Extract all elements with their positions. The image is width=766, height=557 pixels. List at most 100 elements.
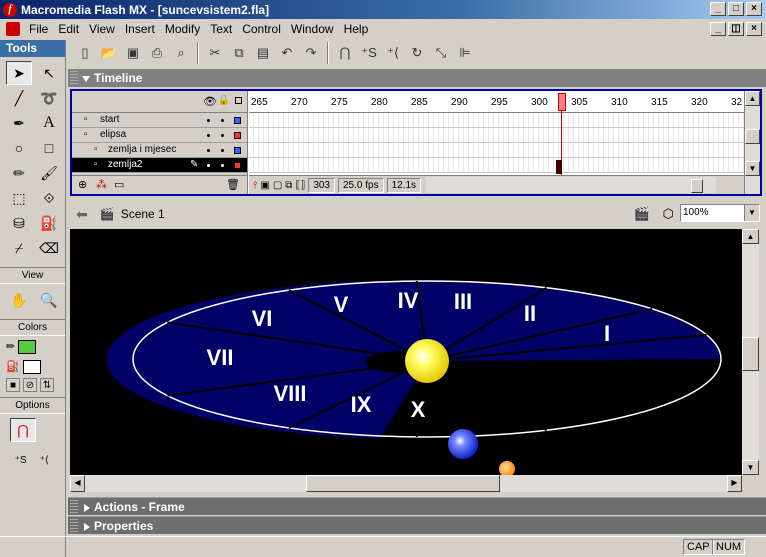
scroll-left-arrow-icon[interactable]: ◀ xyxy=(70,475,85,492)
subselect-tool-icon[interactable]: ↖ xyxy=(36,61,62,85)
doc-close-button[interactable]: × xyxy=(746,22,762,36)
eyedropper-tool-icon[interactable]: ⌿ xyxy=(6,236,32,260)
free-transform-tool-icon[interactable]: ⬚ xyxy=(6,186,32,210)
edit-multiple-icon[interactable]: ⧉ xyxy=(285,180,292,191)
fill-color-swatch[interactable] xyxy=(18,340,37,355)
lock-dot[interactable] xyxy=(220,133,224,137)
print-preview-icon[interactable]: ⌕ xyxy=(170,42,192,64)
delete-layer-icon[interactable]: 🗑 xyxy=(226,178,240,191)
ink-bottle-tool-icon[interactable]: ⛁ xyxy=(6,211,32,235)
eye-icon[interactable]: 👁 xyxy=(203,95,217,108)
swap-colors-icon[interactable]: ⇅ xyxy=(40,378,54,393)
rotate-icon[interactable]: ↻ xyxy=(406,42,428,64)
smooth-icon[interactable]: ⁺S xyxy=(358,42,380,64)
save-icon[interactable]: ▣ xyxy=(122,42,144,64)
menu-text[interactable]: Text xyxy=(205,22,237,36)
outline-color-square[interactable] xyxy=(234,146,241,154)
playhead[interactable] xyxy=(558,93,566,111)
menu-modify[interactable]: Modify xyxy=(160,22,205,36)
layer-row[interactable]: ▫ zemlja i mjesec xyxy=(72,143,247,158)
add-guide-layer-icon[interactable]: ⁂ xyxy=(96,178,107,191)
timeline-vscroll-thumb[interactable] xyxy=(745,129,760,144)
document-icon[interactable] xyxy=(6,22,20,36)
frame-row[interactable] xyxy=(249,113,744,128)
stage-vscroll-thumb[interactable] xyxy=(742,337,759,371)
straighten-option-icon[interactable]: ⁺⟨ xyxy=(34,448,56,472)
black-white-icon[interactable]: ■ xyxy=(6,378,20,393)
layer-row[interactable]: ▫ elipsa xyxy=(72,128,247,143)
edit-scene-icon[interactable]: 🎬 xyxy=(634,206,650,222)
redo-icon[interactable]: ↷ xyxy=(300,42,322,64)
lock-icon[interactable]: 🔒 xyxy=(218,95,230,106)
snap-magnet-icon[interactable]: ⋂ xyxy=(334,42,356,64)
pencil-tool-icon[interactable]: ✏ xyxy=(6,161,32,185)
onion-skin-icon[interactable]: ▣ xyxy=(260,180,269,191)
scroll-down-arrow-icon[interactable]: ▼ xyxy=(742,460,759,475)
center-frame-icon[interactable]: ⫯ xyxy=(253,180,257,191)
maximize-button[interactable]: □ xyxy=(728,2,744,16)
frame-row[interactable] xyxy=(249,158,744,173)
menu-window[interactable]: Window xyxy=(286,22,339,36)
align-icon[interactable]: ⊫ xyxy=(454,42,476,64)
frame-area[interactable]: 265 270 275 280 285 290 295 300 305 310 315 320 32 ⫯… xyxy=(249,91,744,194)
new-file-icon[interactable]: ▯ xyxy=(74,42,96,64)
zoom-select[interactable]: 100% ▼ xyxy=(680,204,760,222)
chevron-down-icon[interactable]: ▼ xyxy=(744,205,759,221)
zoom-tool-icon[interactable]: 🔍 xyxy=(36,288,62,312)
timeline-vscroll[interactable]: ▲ ▼ xyxy=(744,91,760,194)
onion-outlines-icon[interactable]: ▢ xyxy=(273,180,282,191)
straighten-icon[interactable]: ⁺⟨ xyxy=(382,42,404,64)
hand-tool-icon[interactable]: ✋ xyxy=(6,288,32,312)
oval-tool-icon[interactable]: ○ xyxy=(6,136,32,160)
menu-help[interactable]: Help xyxy=(339,22,374,36)
stage-vscroll[interactable]: ▲ ▼ xyxy=(742,229,759,475)
visibility-dot[interactable] xyxy=(207,163,210,167)
actions-panel-header[interactable]: Actions - Frame xyxy=(68,497,766,515)
menu-control[interactable]: Control xyxy=(237,22,286,36)
menu-edit[interactable]: Edit xyxy=(53,22,84,36)
doc-minimize-button[interactable]: _ xyxy=(710,22,726,36)
layer-row[interactable]: ▫ start xyxy=(72,113,247,128)
arrow-tool-icon[interactable]: ➤ xyxy=(6,61,32,85)
scroll-up-arrow-icon[interactable]: ▲ xyxy=(742,229,759,244)
smooth-option-icon[interactable]: ⁺S xyxy=(10,448,32,472)
edit-symbol-icon[interactable]: ⬡ xyxy=(663,206,674,222)
scroll-up-arrow-icon[interactable]: ▲ xyxy=(745,91,760,106)
doc-restore-button[interactable]: ◫ xyxy=(728,22,744,36)
eraser-tool-icon[interactable]: ⌫ xyxy=(36,236,62,260)
undo-icon[interactable]: ↶ xyxy=(276,42,298,64)
close-button[interactable]: × xyxy=(746,2,762,16)
keyframe-marker[interactable] xyxy=(556,160,562,174)
flash-app-icon[interactable]: f xyxy=(3,2,17,17)
menu-insert[interactable]: Insert xyxy=(120,22,160,36)
layer-row[interactable]: ▫ zemlja2 ✎ xyxy=(72,158,247,173)
menu-view[interactable]: View xyxy=(84,22,120,36)
rectangle-tool-icon[interactable]: □ xyxy=(36,136,62,160)
no-color-icon[interactable]: ⊘ xyxy=(23,378,37,393)
visibility-dot[interactable] xyxy=(207,148,210,152)
lock-dot[interactable] xyxy=(220,118,224,122)
outline-icon[interactable] xyxy=(235,97,242,104)
lock-dot[interactable] xyxy=(220,148,224,152)
panel-grip[interactable] xyxy=(70,519,78,533)
frame-ruler[interactable]: 265 270 275 280 285 290 295 300 305 310 315 320 32 xyxy=(249,91,744,113)
lasso-tool-icon[interactable]: ➰ xyxy=(36,86,62,110)
timeline-hscroll-thumb[interactable] xyxy=(691,179,704,193)
properties-panel-header[interactable]: Properties xyxy=(68,516,766,534)
stage-hscroll[interactable]: ◀ ▶ xyxy=(70,475,742,492)
frame-row[interactable] xyxy=(249,143,744,158)
outline-color-square[interactable] xyxy=(234,131,241,139)
panel-grip[interactable] xyxy=(70,500,78,514)
visibility-dot[interactable] xyxy=(207,118,210,122)
open-folder-icon[interactable]: 📂 xyxy=(98,42,120,64)
menu-file[interactable]: File xyxy=(24,22,53,36)
scene-breadcrumb[interactable]: 🎬 Scene 1 xyxy=(100,207,165,221)
scroll-right-arrow-icon[interactable]: ▶ xyxy=(727,475,742,492)
snap-to-objects-icon[interactable]: ⋂ xyxy=(10,418,36,443)
back-arrow-icon[interactable]: ⬅ xyxy=(76,206,88,223)
panel-grip[interactable] xyxy=(70,71,78,85)
brush-tool-icon[interactable]: 🖌 xyxy=(36,161,62,185)
cut-icon[interactable]: ✂ xyxy=(204,42,226,64)
scroll-down-arrow-icon[interactable]: ▼ xyxy=(745,161,760,176)
visibility-dot[interactable] xyxy=(207,133,210,137)
